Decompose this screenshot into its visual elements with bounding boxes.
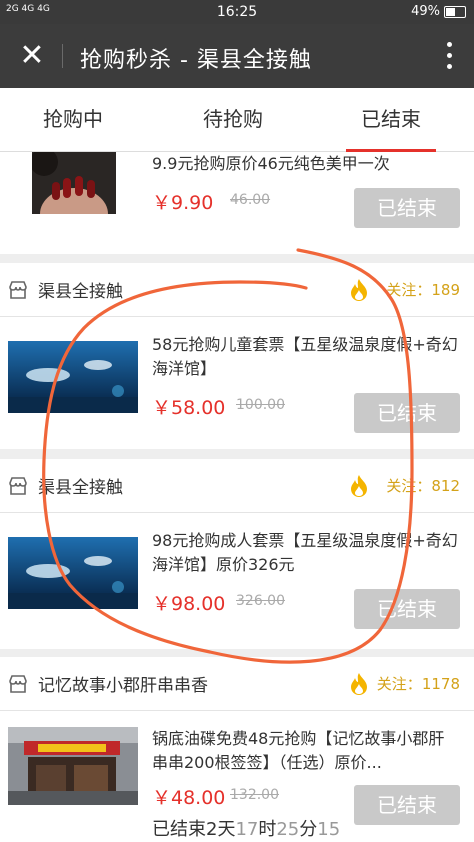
shop-icon <box>9 675 27 693</box>
shop-name: 渠县全接触 <box>38 282 123 302</box>
status-bar: 2G 4G 4G 16:25 49% <box>0 0 474 24</box>
product-title: 锅底油碟免费48元抢购【记忆故事小郡肝串串200根签签】（任选）原价... <box>152 729 445 772</box>
fire-icon <box>351 673 367 695</box>
original-price: 46.00 <box>230 192 271 208</box>
countdown-timer: 已结束2天17时25分15 <box>152 819 341 840</box>
deal-price: ￥9.90 <box>152 192 214 214</box>
product-title: 9.9元抢购原价46元纯色美甲一次 <box>152 154 390 173</box>
tab-label: 待抢购 <box>203 107 263 131</box>
shop-header[interactable]: 记忆故事小郡肝串串香 关注：1178 <box>0 657 474 711</box>
battery-percent: 49% <box>411 4 440 19</box>
ended-button[interactable]: 已结束 <box>354 589 460 629</box>
shop-icon <box>9 281 27 299</box>
battery-icon <box>444 6 466 18</box>
close-icon[interactable]: ✕ <box>16 40 48 72</box>
shop-header[interactable]: 渠县全接触 关注：812 <box>0 459 474 513</box>
title-divider <box>62 44 63 68</box>
deal-card[interactable]: 记忆故事小郡肝串串香 关注：1178 锅底油碟免费48元抢购【记忆故事小郡肝串串… <box>0 657 474 842</box>
shop-name: 记忆故事小郡肝串串香 <box>38 676 208 696</box>
fire-icon <box>351 279 367 301</box>
title-bar: ✕ 抢购秒杀 - 渠县全接触 <box>0 24 474 88</box>
original-price: 100.00 <box>236 397 285 413</box>
deal-price: ￥48.00 <box>152 787 226 809</box>
tab-ongoing[interactable]: 抢购中 <box>18 88 128 152</box>
fire-icon <box>351 475 367 497</box>
ended-button[interactable]: 已结束 <box>354 785 460 825</box>
deal-price: ￥58.00 <box>152 397 226 419</box>
shop-name: 渠县全接触 <box>38 478 123 498</box>
ended-button[interactable]: 已结束 <box>354 393 460 433</box>
original-price: 132.00 <box>230 787 279 803</box>
ended-button[interactable]: 已结束 <box>354 188 460 228</box>
product-image <box>32 152 116 214</box>
tab-bar: 抢购中 待抢购 已结束 <box>0 88 474 152</box>
tab-label: 抢购中 <box>43 107 103 131</box>
product-title: 98元抢购成人套票【五星级温泉度假+奇幻海洋馆】原价326元 <box>152 531 458 574</box>
product-image <box>8 341 138 413</box>
deal-card[interactable]: 9.9元抢购原价46元纯色美甲一次 ￥9.90 46.00 已结束 <box>0 152 474 254</box>
shop-icon <box>9 477 27 495</box>
follow-count: 关注：189 <box>386 281 460 299</box>
product-image <box>8 537 138 609</box>
tab-upcoming[interactable]: 待抢购 <box>178 88 288 152</box>
product-image <box>8 727 138 805</box>
deal-price: ￥98.00 <box>152 593 226 615</box>
follow-count: 关注：812 <box>386 477 460 495</box>
shop-header[interactable]: 渠县全接触 关注：189 <box>0 263 474 317</box>
more-menu-icon[interactable] <box>444 40 454 72</box>
clock: 16:25 <box>216 4 258 20</box>
deal-card[interactable]: 渠县全接触 关注：812 98元抢购成人套票【五星级温泉度假+奇幻海洋馆】原价3… <box>0 459 474 649</box>
follow-count: 关注：1178 <box>376 675 460 693</box>
original-price: 326.00 <box>236 593 285 609</box>
tab-ended[interactable]: 已结束 <box>336 88 446 152</box>
product-title: 58元抢购儿童套票【五星级温泉度假+奇幻海洋馆】 <box>152 335 458 378</box>
page-title: 抢购秒杀 - 渠县全接触 <box>80 48 312 73</box>
deal-card[interactable]: 渠县全接触 关注：189 58元抢购儿童套票【五星级温泉度假+奇幻海洋馆】 ￥5… <box>0 263 474 449</box>
tab-label: 已结束 <box>361 107 421 131</box>
